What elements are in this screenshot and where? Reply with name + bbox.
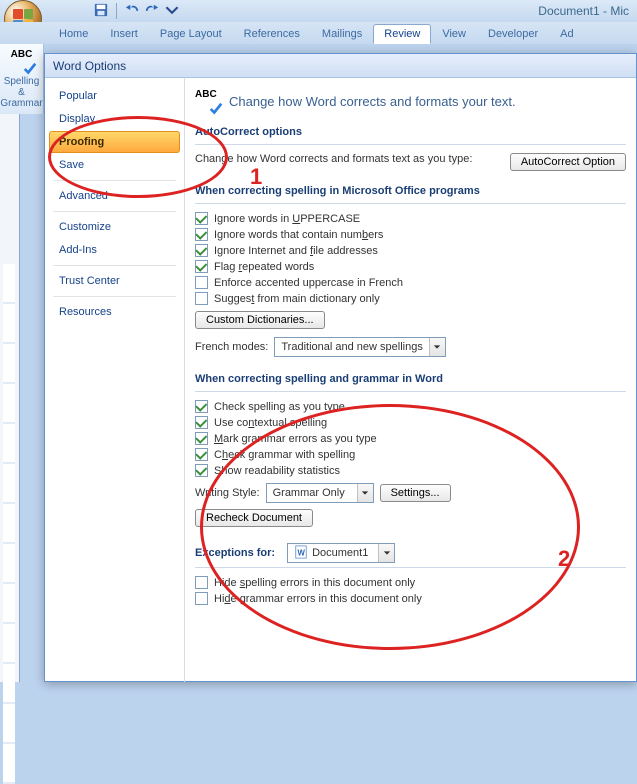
tab-insert[interactable]: Insert [99,24,149,44]
office-opt-label-1: Ignore words that contain numbers [214,229,383,241]
word-opt-checkbox-2[interactable] [195,432,208,445]
office-opt-checkbox-5[interactable] [195,292,208,305]
office-opt-checkbox-0[interactable] [195,212,208,225]
word-opt-label-0: Check spelling as you type [214,401,345,413]
exceptions-document-select[interactable]: W Document1 [287,543,395,563]
exc-opt-checkbox-1[interactable] [195,592,208,605]
options-sidebar: Popular Display Proofing Save Advanced C… [45,78,185,682]
abc-check-icon: ABC [195,88,221,114]
sidebar-item-customize[interactable]: Customize [49,216,180,238]
sidebar-item-advanced[interactable]: Advanced [49,185,180,207]
sidebar-item-addins[interactable]: Add-Ins [49,239,180,261]
section-autocorrect: AutoCorrect options [195,126,626,138]
french-modes-select[interactable]: Traditional and new spellings [274,337,445,357]
chevron-down-icon [378,544,394,562]
office-opt-checkbox-3[interactable] [195,260,208,273]
word-opt-checkbox-3[interactable] [195,448,208,461]
office-opt-label-0: Ignore words in UPPERCASE [214,213,360,225]
exc-opt-label-0: Hide spelling errors in this document on… [214,577,415,589]
titlebar-text: Document1 - Mic [538,0,629,22]
tab-references[interactable]: References [233,24,311,44]
word-opt-label-2: Mark grammar errors as you type [214,433,377,445]
sidebar-item-proofing[interactable]: Proofing [49,131,180,153]
undo-icon[interactable] [125,3,139,20]
tab-home[interactable]: Home [48,24,99,44]
word-opt-checkbox-0[interactable] [195,400,208,413]
word-opt-label-4: Show readability statistics [214,465,340,477]
word-opt-label-3: Check grammar with spelling [214,449,355,461]
ribbon-group-label: Spelling & Grammar [0,76,43,109]
tab-page-layout[interactable]: Page Layout [149,24,233,44]
office-opt-label-2: Ignore Internet and file addresses [214,245,378,257]
word-opt-checkbox-4[interactable] [195,464,208,477]
french-modes-label: French modes: [195,341,268,353]
section-spell-office: When correcting spelling in Microsoft Of… [195,185,626,197]
office-opt-checkbox-1[interactable] [195,228,208,241]
options-content: ABC Change how Word corrects and formats… [185,78,636,682]
section-spell-word: When correcting spelling and grammar in … [195,373,626,385]
office-opt-checkbox-2[interactable] [195,244,208,257]
tab-mailings[interactable]: Mailings [311,24,373,44]
settings-button[interactable]: Settings... [380,484,451,502]
redo-icon[interactable] [145,3,159,20]
sidebar-item-trust-center[interactable]: Trust Center [49,270,180,292]
exc-opt-checkbox-0[interactable] [195,576,208,589]
svg-text:W: W [298,548,306,557]
ribbon-tabs: Home Insert Page Layout References Maili… [0,22,637,44]
spelling-grammar-icon[interactable]: ABC [0,48,43,74]
tab-view[interactable]: View [431,24,477,44]
autocorrect-text: Change how Word corrects and formats tex… [195,153,472,165]
tab-developer[interactable]: Developer [477,24,549,44]
office-opt-label-4: Enforce accented uppercase in French [214,277,403,289]
content-header: Change how Word corrects and formats you… [229,94,516,109]
tab-addons[interactable]: Ad [549,24,584,44]
section-exceptions: Exceptions for: [195,547,275,559]
writing-style-label: Writing Style: [195,487,260,499]
sidebar-item-display[interactable]: Display [49,108,180,130]
office-opt-label-5: Suggest from main dictionary only [214,293,380,305]
autocorrect-options-button[interactable]: AutoCorrect Option [510,153,626,171]
writing-style-select[interactable]: Grammar Only [266,483,374,503]
word-doc-icon: W [294,545,308,562]
sidebar-item-popular[interactable]: Popular [49,85,180,107]
custom-dictionaries-button[interactable]: Custom Dictionaries... [195,311,325,329]
sidebar-item-resources[interactable]: Resources [49,301,180,323]
chevron-down-icon [429,338,445,356]
office-opt-checkbox-4[interactable] [195,276,208,289]
word-opt-checkbox-1[interactable] [195,416,208,429]
save-icon[interactable] [94,3,108,20]
exc-opt-label-1: Hide grammar errors in this document onl… [214,593,422,605]
vertical-ruler [0,114,20,682]
ribbon-group-proofing: ABC Spelling & Grammar [0,44,44,114]
word-opt-label-1: Use contextual spelling [214,417,327,429]
sidebar-item-save[interactable]: Save [49,154,180,176]
tab-review[interactable]: Review [373,24,431,44]
dialog-title: Word Options [45,54,636,78]
recheck-document-button[interactable]: Recheck Document [195,509,313,527]
office-opt-label-3: Flag repeated words [214,261,314,273]
chevron-down-icon [357,484,373,502]
word-options-dialog: Word Options Popular Display Proofing Sa… [44,53,637,682]
qat-dropdown-icon[interactable] [165,3,179,20]
